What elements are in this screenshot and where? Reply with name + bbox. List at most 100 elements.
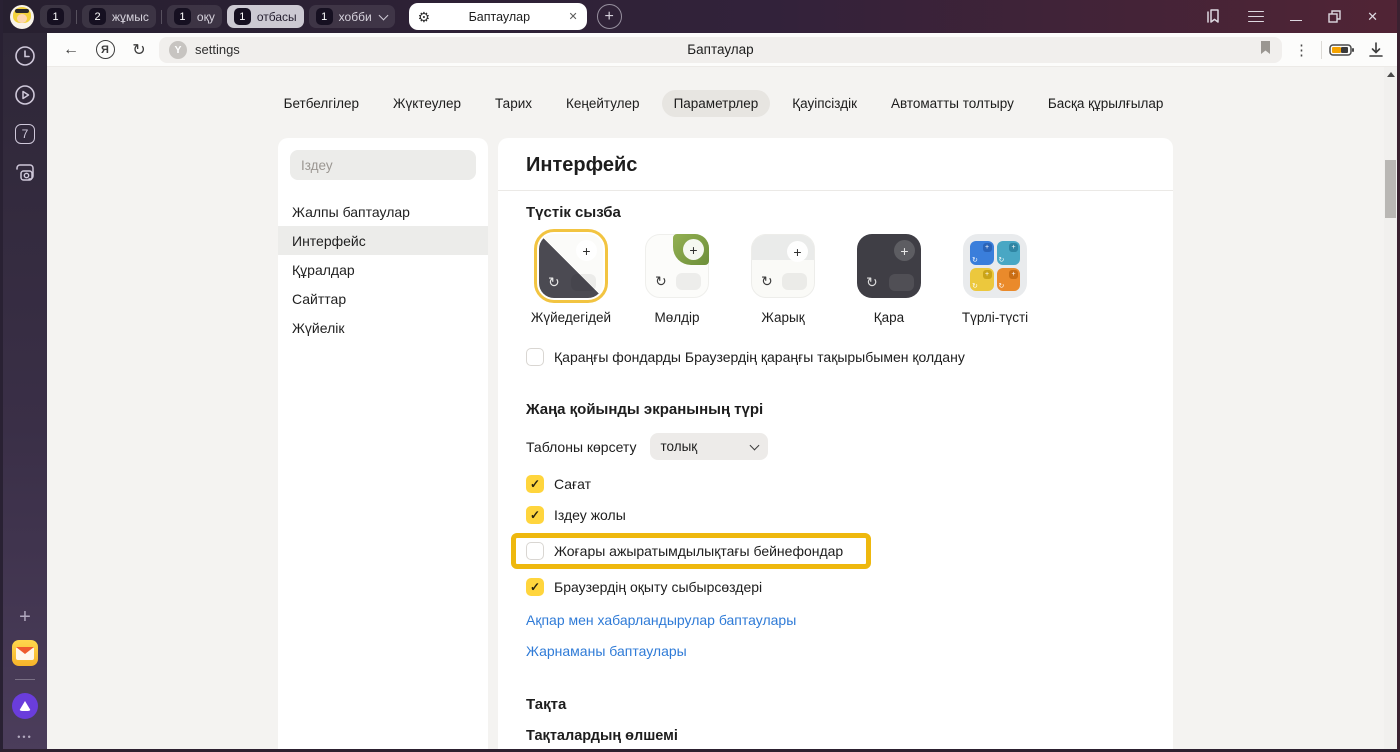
theme-tile-transparent[interactable]: + ↻	[645, 234, 709, 298]
theme-label: Түрлі-түсті	[962, 310, 1028, 325]
tab-counter-icon[interactable]: 7	[13, 122, 37, 146]
tab-history[interactable]: Тарих	[483, 90, 544, 117]
dark-background-checkbox-row[interactable]: Қараңғы фондарды Браузердің қараңғы тақы…	[526, 348, 1145, 366]
add-panel-icon[interactable]: +	[19, 607, 31, 627]
tab-group-study[interactable]: 1 оқу	[167, 5, 222, 28]
theme-label: Жүйедегідей	[531, 310, 611, 325]
tab-count-badge: 7	[15, 124, 35, 144]
minimize-button[interactable]	[1290, 12, 1302, 22]
tab-settings[interactable]: Параметрлер	[662, 90, 771, 117]
bookmark-icon[interactable]	[1259, 40, 1272, 60]
back-button[interactable]: ←	[57, 36, 85, 64]
plus-icon: +	[787, 241, 808, 262]
notifications-settings-link[interactable]: Ақпар мен хабарландырулар баптаулары	[526, 612, 796, 628]
search-line-checkbox-row[interactable]: ✓ Іздеу жолы	[526, 506, 1145, 524]
tab-bar: 1 2 жұмыс 1 оқу 1 отбасы 1 хобби	[0, 0, 1400, 33]
theme-option-transparent[interactable]: + ↻ Мөлдір	[629, 234, 725, 325]
tab-autofill[interactable]: Автоматты толтыру	[879, 90, 1026, 117]
tab-group-family-active[interactable]: 1 отбасы	[227, 5, 304, 28]
tab-downloads[interactable]: Жүктеулер	[381, 90, 473, 117]
tab-other-devices[interactable]: Басқа құрылғылар	[1036, 90, 1176, 117]
ads-settings-link[interactable]: Жарнаманы баптаулары	[526, 643, 687, 659]
screenshot-icon[interactable]	[13, 161, 37, 185]
refresh-icon: ↻	[548, 274, 560, 291]
scrollbar-thumb[interactable]	[1385, 160, 1396, 218]
browser-hints-checkbox-row[interactable]: ✓ Браузердің оқыту сыбырсөздері	[526, 578, 1145, 596]
tab-group-hobby[interactable]: 1 хобби	[309, 5, 395, 28]
tablo-shape	[782, 273, 807, 290]
hd-video-backgrounds-checkbox-row[interactable]: Жоғары ажыратымдылықтағы бейнефондар	[526, 542, 854, 560]
checkbox-unchecked[interactable]	[526, 348, 544, 366]
menu-item-system[interactable]: Жүйелік	[278, 313, 488, 342]
alice-assistant-icon[interactable]	[12, 693, 38, 719]
address-bar[interactable]: Y settings Баптаулар	[159, 37, 1282, 63]
tab-extensions[interactable]: Кеңейтулер	[554, 90, 652, 117]
close-tab-icon[interactable]: ✕	[568, 10, 577, 23]
highlight-annotation-box: Жоғары ажыратымдылықтағы бейнефондар	[511, 533, 871, 569]
tab-group-count: 1	[47, 8, 64, 25]
theme-tile-colorful[interactable]: +↻ +↻ +↻ +↻	[963, 234, 1027, 298]
clock-checkbox-row[interactable]: ✓ Сағат	[526, 475, 1145, 493]
settings-menu-panel: Жалпы баптаулар Интерфейс Құралдар Сайтт…	[278, 138, 488, 752]
tab-security[interactable]: Қауіпсіздік	[780, 90, 869, 117]
history-icon[interactable]	[13, 44, 37, 68]
side-rail-bottom: + •••	[12, 607, 38, 742]
browser-window: 1 2 жұмыс 1 оқу 1 отбасы 1 хобби	[0, 0, 1400, 752]
downloads-icon[interactable]	[1362, 36, 1390, 64]
tab-group-1[interactable]: 1	[40, 5, 71, 28]
menu-item-general[interactable]: Жалпы баптаулар	[278, 197, 488, 226]
tablo-display-label: Таблоны көрсету	[526, 439, 636, 455]
tablo-shape	[889, 274, 914, 291]
theme-option-system[interactable]: + ↻ Жүйедегідей	[523, 234, 619, 325]
yandex-home-button[interactable]: Я	[91, 36, 119, 64]
theme-tile-dark[interactable]: + ↻	[857, 234, 921, 298]
checkbox-checked[interactable]: ✓	[526, 475, 544, 493]
tab-bookmarks[interactable]: Бетбелгілер	[272, 90, 371, 117]
battery-icon[interactable]	[1328, 36, 1356, 64]
checkbox-checked[interactable]: ✓	[526, 578, 544, 596]
checkbox-checked[interactable]: ✓	[526, 506, 544, 524]
tab-group-count: 1	[316, 8, 333, 25]
profile-avatar[interactable]	[10, 5, 34, 29]
menu-item-interface[interactable]: Интерфейс	[278, 226, 488, 255]
theme-tile-light[interactable]: + ↻	[751, 234, 815, 298]
checkbox-label: Қараңғы фондарды Браузердің қараңғы тақы…	[554, 349, 965, 365]
tablo-shape	[571, 274, 596, 291]
menu-item-tools[interactable]: Құралдар	[278, 255, 488, 284]
refresh-icon: ↻	[761, 273, 773, 290]
tab-group-count: 1	[234, 8, 251, 25]
panel-size-title: Тақталардың өлшемі	[526, 728, 1145, 744]
panel-section-title: Тақта	[526, 696, 1145, 713]
active-tab-settings[interactable]: ⚙ Баптаулар ✕	[409, 3, 587, 30]
checkbox-label: Жоғары ажыратымдылықтағы бейнефондар	[554, 543, 843, 559]
search-input[interactable]	[290, 150, 476, 180]
restore-button[interactable]	[1328, 10, 1341, 23]
close-window-button[interactable]: ✕	[1367, 9, 1378, 25]
checkbox-label: Браузердің оқыту сыбырсөздері	[554, 579, 762, 595]
video-play-icon[interactable]	[13, 83, 37, 107]
menu-icon[interactable]	[1248, 11, 1264, 23]
tab-group-work[interactable]: 2 жұмыс	[82, 5, 156, 28]
new-tab-button[interactable]: +	[597, 4, 622, 29]
yandex-logo-icon: Я	[96, 40, 115, 59]
page-scrollbar[interactable]	[1384, 67, 1397, 749]
mini-tile-teal: +↻	[997, 241, 1021, 265]
theme-label: Қара	[874, 310, 904, 325]
menu-item-sites[interactable]: Сайттар	[278, 284, 488, 313]
theme-option-dark[interactable]: + ↻ Қара	[841, 234, 937, 325]
theme-tile-system[interactable]: + ↻	[539, 234, 603, 298]
tab-title: Баптаулар	[438, 10, 560, 24]
url-text[interactable]: settings	[195, 42, 240, 57]
tab-panel-icon[interactable]	[1205, 8, 1222, 25]
more-options-icon[interactable]: ⋮	[1288, 41, 1315, 59]
checkbox-unchecked[interactable]	[526, 542, 544, 560]
mail-icon[interactable]	[12, 640, 38, 666]
scroll-up-arrow-icon[interactable]	[1387, 72, 1395, 77]
tablo-display-select[interactable]: толық	[650, 433, 768, 460]
theme-option-light[interactable]: + ↻ Жарық	[735, 234, 831, 325]
more-sidebar-icon[interactable]: •••	[17, 732, 32, 742]
settings-menu: Жалпы баптаулар Интерфейс Құралдар Сайтт…	[278, 197, 488, 342]
refresh-button[interactable]: ↻	[125, 36, 153, 64]
theme-options: + ↻ Жүйедегідей + ↻ Мөлдір	[523, 234, 1145, 325]
theme-option-colorful[interactable]: +↻ +↻ +↻ +↻ Түрлі-түсті	[947, 234, 1043, 325]
